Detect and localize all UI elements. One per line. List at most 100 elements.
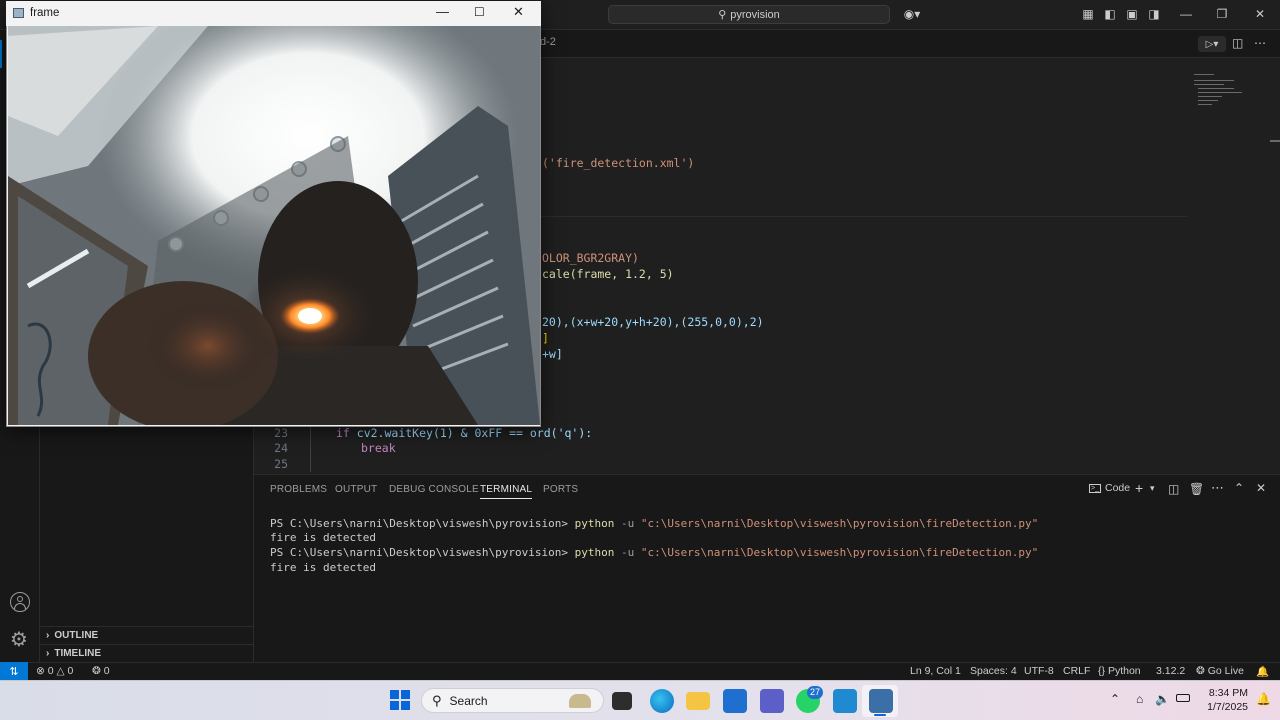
language-mode[interactable]: {} Python <box>1098 665 1141 677</box>
minimap[interactable] <box>1192 72 1252 112</box>
tab-ports[interactable]: PORTS <box>543 484 578 495</box>
terminal-shell-selector[interactable]: >_ Code <box>1089 482 1130 494</box>
command-center-text: pyrovision <box>730 8 780 21</box>
code-line-gray: OLOR_BGR2GRAY) <box>542 251 639 265</box>
broadcast-icon: ❂ <box>1196 665 1205 677</box>
clock-date: 1/7/2025 <box>1207 701 1248 713</box>
battery-icon[interactable] <box>1176 694 1190 702</box>
ports-status[interactable]: ❂ 0 <box>92 665 110 677</box>
webcam-video-feed <box>8 26 540 425</box>
active-view-indicator <box>0 40 2 68</box>
notifications-bell-icon[interactable]: 🔔 <box>1256 665 1269 678</box>
accounts-icon[interactable] <box>10 592 30 612</box>
editor-tab[interactable]: d-2 <box>540 36 556 48</box>
tab-debug-console[interactable]: DEBUG CONSOLE <box>389 484 479 495</box>
toggle-panel-icon[interactable]: ▣ <box>1124 6 1140 22</box>
close-panel-icon[interactable]: ✕ <box>1256 481 1266 495</box>
taskbar-clock[interactable]: 8:34 PM 1/7/2025 <box>1192 686 1248 714</box>
chevron-down-icon[interactable]: ▾ <box>1150 483 1155 494</box>
indentation[interactable]: Spaces: 4 <box>970 665 1017 677</box>
split-editor-icon[interactable]: ◫ <box>1232 36 1243 50</box>
copilot-icon[interactable]: ◉▾ <box>900 6 924 22</box>
terminal-output: fire is detected <box>270 561 376 574</box>
code-line-detect: cale(frame, 1.2, 5) <box>542 267 674 281</box>
search-icon: ⚲ <box>718 9 727 21</box>
tab-terminal[interactable]: TERMINAL <box>480 484 533 499</box>
line-number: 24 <box>274 441 288 455</box>
camera-window-titlebar[interactable]: frame — ☐ ✕ <box>6 1 541 26</box>
warning-icon: △ <box>56 665 65 677</box>
taskbar-search[interactable]: ⚲ Search <box>421 688 604 713</box>
edge-browser-icon[interactable] <box>650 689 674 713</box>
outline-section[interactable]: › OUTLINE <box>40 626 254 644</box>
active-app-indicator <box>874 714 886 716</box>
run-python-button[interactable]: ▷▾ <box>1198 36 1226 52</box>
problems-status[interactable]: ⊗ 0 △ 0 <box>36 665 73 677</box>
vscode-icon[interactable] <box>833 689 857 713</box>
speaker-icon[interactable]: 🔈 <box>1155 692 1170 706</box>
python-app-icon[interactable] <box>869 689 893 713</box>
new-terminal-icon[interactable]: + <box>1135 480 1143 496</box>
encoding[interactable]: UTF-8 <box>1024 665 1054 677</box>
whatsapp-badge: 27 <box>807 686 823 699</box>
search-highlight-icon <box>569 693 591 708</box>
layout-customize-icon[interactable]: ▦ <box>1080 6 1096 22</box>
minimize-icon[interactable]: — <box>1178 6 1194 22</box>
microsoft-store-icon[interactable] <box>723 689 747 713</box>
maximize-panel-icon[interactable]: ⌃ <box>1234 481 1244 495</box>
toggle-sidebar-icon[interactable]: ◧ <box>1102 6 1118 22</box>
chevron-right-icon: › <box>46 648 50 659</box>
more-icon[interactable]: ⋯ <box>1211 480 1224 496</box>
manage-gear-icon[interactable]: ⚙ <box>10 630 28 650</box>
timeline-label: TIMELINE <box>54 648 102 659</box>
taskbar-search-label: Search <box>449 693 488 708</box>
cursor-position[interactable]: Ln 9, Col 1 <box>910 665 961 677</box>
scrollbar-marker <box>1270 140 1280 142</box>
maximize-icon[interactable]: ☐ <box>474 5 485 19</box>
minimize-icon[interactable]: — <box>436 4 449 19</box>
terminal-line: PS C:\Users\narni\Desktop\viswesh\pyrovi… <box>270 546 1039 559</box>
braces-icon: {} <box>1098 665 1106 677</box>
tab-output[interactable]: OUTPUT <box>335 484 377 495</box>
code-line-roi2: +w] <box>542 347 563 361</box>
camera-window-title: frame <box>30 7 60 19</box>
terminal-line: PS C:\Users\narni\Desktop\viswesh\pyrovi… <box>270 517 1039 530</box>
notification-center-icon[interactable]: 🔔 <box>1256 692 1271 706</box>
close-icon[interactable]: ✕ <box>513 4 524 20</box>
window-app-icon <box>13 8 24 18</box>
code-line-roi1: ] <box>542 331 549 345</box>
webcam-image <box>8 26 540 425</box>
shell-label: Code <box>1104 482 1131 494</box>
tab-problems[interactable]: PROBLEMS <box>270 484 327 495</box>
broadcast-icon: ❂ <box>92 665 101 677</box>
terminal-output: fire is detected <box>270 531 376 544</box>
code-line-cascade: ('fire_detection.xml') <box>542 156 695 170</box>
restore-icon[interactable]: ❐ <box>1214 6 1230 22</box>
toggle-secondary-sidebar-icon[interactable]: ◨ <box>1146 6 1162 22</box>
command-center-search[interactable]: ⚲ pyrovision <box>608 5 890 24</box>
timeline-section[interactable]: › TIMELINE <box>40 644 254 662</box>
teams-icon[interactable] <box>760 689 784 713</box>
trash-icon[interactable]: 🗑 <box>1189 482 1204 496</box>
search-icon: ⚲ <box>432 692 442 708</box>
go-live-button[interactable]: ❂ Go Live <box>1196 665 1244 677</box>
chevron-up-icon[interactable]: ⌃ <box>1110 692 1120 706</box>
file-explorer-icon[interactable] <box>686 692 710 710</box>
task-view-icon[interactable] <box>612 692 632 710</box>
close-icon[interactable]: ✕ <box>1252 6 1268 22</box>
split-terminal-icon[interactable]: ◫ <box>1168 482 1179 496</box>
indent-guide <box>310 426 311 472</box>
terminal-icon: >_ <box>1089 483 1101 493</box>
code-line-24: break <box>361 441 396 455</box>
outline-label: OUTLINE <box>54 630 99 641</box>
chevron-right-icon: › <box>46 630 50 641</box>
wifi-icon[interactable]: ⌂ <box>1136 692 1143 706</box>
bottom-panel <box>254 474 1280 662</box>
python-version[interactable]: 3.12.2 <box>1156 665 1185 677</box>
more-actions-icon[interactable]: ⋯ <box>1254 36 1266 50</box>
line-ending[interactable]: CRLF <box>1063 665 1090 677</box>
windows-start-icon[interactable] <box>390 690 410 710</box>
code-line-23: if cv2.waitKey(1) & 0xFF == ord('q'): <box>336 426 593 440</box>
error-icon: ⊗ <box>36 665 45 677</box>
remote-indicator-icon[interactable]: ⇅ <box>0 662 28 680</box>
